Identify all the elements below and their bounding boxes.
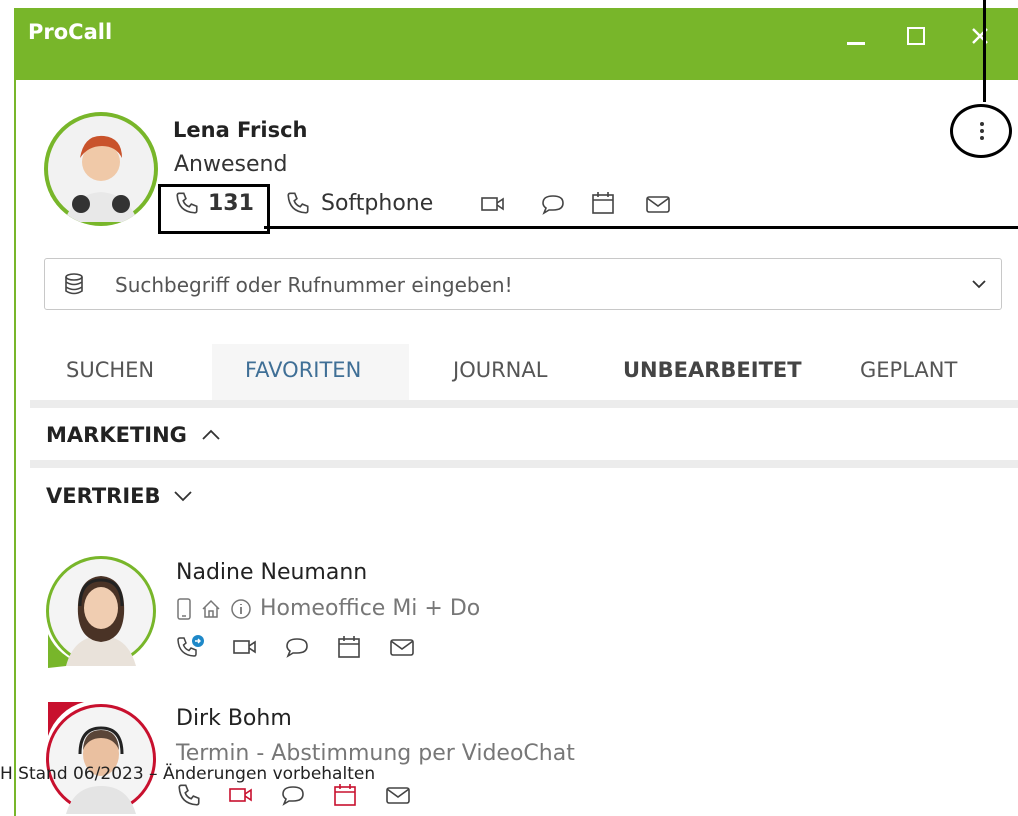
- extension-call-button[interactable]: 131: [174, 190, 254, 216]
- mail-icon[interactable]: [644, 192, 672, 216]
- search-input[interactable]: [113, 269, 937, 301]
- tab-journal[interactable]: JOURNAL: [453, 358, 547, 382]
- contact-status-row: Homeoffice Mi + Do: [176, 596, 480, 621]
- group-title: MARKETING: [46, 423, 187, 447]
- group-separator: [30, 400, 1018, 408]
- group-title: VERTRIEB: [46, 484, 161, 508]
- video-icon[interactable]: [480, 192, 506, 216]
- profile-avatar[interactable]: [44, 112, 158, 226]
- maximize-icon: [907, 27, 925, 45]
- softphone-button[interactable]: Softphone: [285, 190, 433, 216]
- info-icon: [231, 598, 251, 619]
- minimize-icon: [847, 42, 865, 45]
- list-item: [44, 702, 158, 816]
- close-button[interactable]: [964, 20, 996, 52]
- contact-actions: [176, 634, 416, 660]
- video-icon[interactable]: [232, 635, 258, 659]
- maximize-button[interactable]: [900, 20, 932, 52]
- phone-icon: [176, 192, 198, 214]
- tab-favoriten[interactable]: FAVORITEN: [245, 358, 361, 382]
- chat-icon[interactable]: [284, 635, 310, 659]
- phone-icon[interactable]: [176, 782, 202, 808]
- footer-disclaimer: H Stand 06/2023 – Änderungen vorbehalten: [0, 764, 376, 784]
- chevron-down-icon[interactable]: [971, 277, 987, 291]
- group-header-marketing[interactable]: MARKETING: [46, 423, 221, 447]
- tab-unbearbeitet[interactable]: UNBEARBEITET: [623, 358, 802, 382]
- mobile-icon: [177, 597, 191, 620]
- chevron-up-icon: [202, 429, 220, 440]
- window-left-border: [14, 80, 16, 816]
- minimize-button[interactable]: [840, 20, 872, 52]
- calendar-icon[interactable]: [332, 782, 358, 808]
- annotation-underline: [264, 226, 1018, 229]
- contact-name[interactable]: Dirk Bohm: [176, 706, 292, 731]
- chat-icon[interactable]: [280, 783, 306, 807]
- group-header-vertrieb[interactable]: VERTRIEB: [46, 484, 193, 508]
- search-bar: [44, 258, 1002, 310]
- close-icon: [972, 28, 988, 44]
- chat-icon[interactable]: [540, 192, 566, 216]
- mail-icon[interactable]: [388, 635, 416, 659]
- softphone-label: Softphone: [321, 190, 434, 216]
- annotation-pointer-line: [983, 0, 986, 102]
- more-options-button[interactable]: [968, 113, 996, 149]
- phone-forward-icon[interactable]: [176, 634, 206, 660]
- contact-status: Termin - Abstimmung per VideoChat: [176, 741, 575, 766]
- video-icon[interactable]: [228, 783, 254, 807]
- profile-name: Lena Frisch: [173, 118, 308, 142]
- contact-name[interactable]: Nadine Neumann: [176, 560, 367, 585]
- app-title: ProCall: [28, 20, 113, 44]
- chevron-down-icon: [173, 491, 192, 502]
- contact-actions: [176, 782, 412, 808]
- profile-status: Anwesend: [174, 152, 288, 177]
- calendar-icon[interactable]: [590, 190, 616, 216]
- contact-status: Homeoffice Mi + Do: [260, 596, 481, 621]
- tab-suchen[interactable]: SUCHEN: [66, 358, 154, 382]
- list-item: [44, 554, 158, 668]
- contact-avatar[interactable]: [44, 554, 158, 668]
- database-icon: [65, 273, 83, 295]
- tab-geplant[interactable]: GEPLANT: [860, 358, 957, 382]
- phone-icon: [287, 192, 309, 214]
- kebab-menu-icon: [980, 122, 984, 140]
- profile-avatar-ring: [44, 112, 158, 226]
- calendar-icon[interactable]: [336, 634, 362, 660]
- home-icon: [202, 599, 220, 618]
- mail-icon[interactable]: [384, 783, 412, 807]
- group-separator: [30, 460, 1018, 468]
- contact-avatar[interactable]: [44, 702, 158, 816]
- extension-number: 131: [208, 190, 254, 216]
